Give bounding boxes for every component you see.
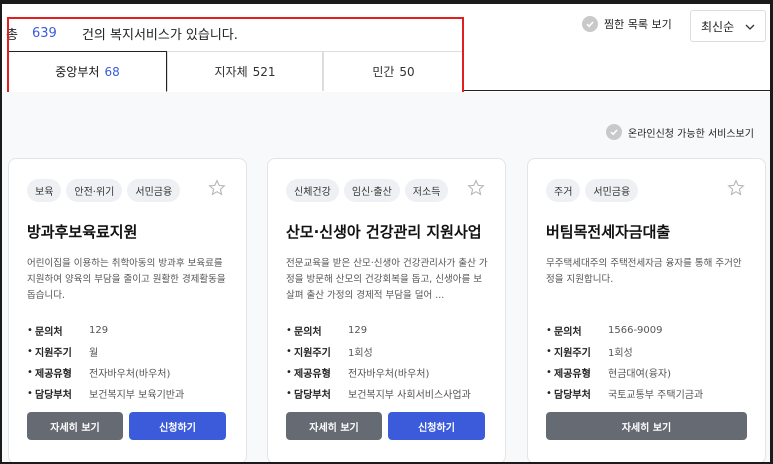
info-row: • 담당부처 보건복지부 보육기반과: [27, 388, 185, 401]
tag: 안전·위기: [66, 179, 123, 202]
info-label: 담당부처: [35, 390, 72, 401]
tag: 저소득: [404, 179, 449, 202]
info-value: 전자바우처(바우처): [89, 369, 171, 380]
check-icon: [606, 124, 622, 140]
info-row: • 지원주기 1회성: [546, 346, 633, 359]
info-value: 1회성: [348, 348, 373, 359]
info-value: 보건복지부 보육기반과: [89, 390, 185, 401]
detail-button[interactable]: 자세히 보기: [27, 412, 123, 440]
service-card: 보육 안전·위기 서민금융 방과후보육료지원 어린이집을 이용하는 취학아동의 …: [8, 158, 247, 462]
apply-button[interactable]: 신청하기: [129, 412, 226, 440]
online-filter-label: 온라인신청 가능한 서비스보기: [628, 128, 754, 140]
info-label: 문의처: [294, 327, 322, 338]
info-row: • 지원주기 월: [27, 346, 99, 359]
info-label: 제공유형: [35, 369, 72, 380]
info-label: 담당부처: [554, 390, 591, 401]
tab-label: 중앙부처: [55, 65, 100, 79]
info-label: 지원주기: [294, 348, 331, 359]
apply-button[interactable]: 신청하기: [388, 412, 485, 440]
total-count-line: 총 639 건의 복지서비스가 있습니다.: [6, 24, 238, 43]
star-icon[interactable]: [467, 179, 485, 197]
sort-select[interactable]: 최신순: [690, 10, 766, 42]
info-label: 문의처: [554, 327, 582, 338]
info-value: 보건복지부 사회서비스사업과: [348, 390, 471, 401]
card-title: 산모·신생아 건강관리 지원사업: [286, 223, 482, 241]
tab-central[interactable]: 중앙부처 68: [8, 51, 167, 92]
info-value: 1566-9009: [608, 325, 663, 336]
card-description: 어린이집을 이용하는 취학아동의 방과후 보육료를 지원하여 양육의 부담을 줄…: [27, 258, 226, 301]
tag: 보육: [27, 179, 62, 202]
check-icon: [582, 16, 598, 32]
info-value: 현금대여(융자): [608, 369, 672, 380]
detail-button[interactable]: 자세히 보기: [286, 412, 382, 440]
tag: 주거: [546, 179, 581, 202]
info-label: 문의처: [35, 327, 63, 338]
info-row: • 제공유형 전자바우처(바우처): [286, 367, 430, 380]
info-value: 129: [348, 325, 368, 336]
info-label: 제공유형: [554, 369, 591, 380]
card-info: • 문의처 129 • 지원주기 월 • 제공유형 전자바우처(바우처) • 담당부처 보건복지…: [27, 320, 237, 404]
tab-label: 지자체: [214, 65, 248, 79]
sort-value: 최신순: [701, 19, 735, 34]
total-suffix: 건의 복지서비스가 있습니다.: [81, 28, 238, 43]
tag-list: 신체건강 임신·출산 저소득: [286, 179, 449, 202]
total-count: 639: [31, 26, 57, 41]
total-prefix: 총: [6, 28, 18, 43]
tab-count: 50: [399, 64, 415, 79]
info-row: • 담당부처 국토교통부 주택기금과: [546, 388, 704, 401]
service-card: 신체건강 임신·출산 저소득 산모·신생아 건강관리 지원사업 전문교육을 받은…: [267, 158, 506, 462]
tab-count: 521: [252, 64, 276, 79]
card-description: 전문교육을 받은 산모·신생아 건강관리사가 출산 가정을 방문해 산모의 건강…: [286, 258, 488, 301]
tab-private[interactable]: 민간 50: [323, 51, 464, 91]
info-row: • 지원주기 1회성: [286, 346, 373, 359]
info-row: • 문의처 129: [286, 325, 368, 338]
info-row: • 담당부처 보건복지부 사회서비스사업과: [286, 388, 471, 401]
info-value: 129: [89, 325, 109, 336]
info-label: 담당부처: [294, 390, 331, 401]
service-card: 주거 서민금융 버팀목전세자금대출 무주택세대주의 주택전세자금 융자를 통해 …: [527, 158, 766, 462]
card-info: • 문의처 1566-9009 • 지원주기 1회성 • 제공유형 현금대여(융자) • 담당…: [546, 320, 756, 404]
tag: 서민금융: [127, 179, 181, 202]
tab-count: 68: [104, 64, 120, 79]
card-title: 버팀목전세자금대출: [546, 223, 671, 241]
info-label: 지원주기: [554, 348, 591, 359]
star-icon[interactable]: [208, 179, 226, 197]
tag: 임신·출산: [343, 179, 400, 202]
card-actions: 자세히 보기: [546, 412, 747, 440]
tab-label: 민간: [372, 65, 395, 79]
tag-list: 주거 서민금융: [546, 179, 639, 202]
info-value: 1회성: [608, 348, 633, 359]
info-value: 전자바우처(바우처): [348, 369, 430, 380]
info-row: • 제공유형 전자바우처(바우처): [27, 367, 171, 380]
star-icon[interactable]: [727, 179, 745, 197]
tag-list: 보육 안전·위기 서민금융: [27, 179, 181, 202]
card-description: 무주택세대주의 주택전세자금 융자를 통해 주거안정을 지원합니다.: [546, 258, 742, 285]
card-title: 방과후보육료지원: [27, 223, 138, 241]
wishlist-link[interactable]: 찜한 목록 보기: [582, 16, 672, 32]
info-row: • 문의처 129: [27, 325, 109, 338]
tab-local[interactable]: 지자체 521: [167, 51, 323, 91]
service-list: 온라인신청 가능한 서비스보기 보육 안전·위기 서민금융 방과후보육료지원 어…: [2, 92, 770, 462]
card-actions: 자세히 보기 신청하기: [27, 412, 226, 440]
tag: 서민금융: [585, 179, 639, 202]
info-value: 월: [89, 348, 99, 359]
info-label: 제공유형: [294, 369, 331, 380]
online-filter-toggle[interactable]: 온라인신청 가능한 서비스보기: [606, 124, 754, 140]
card-actions: 자세히 보기 신청하기: [286, 412, 485, 440]
info-row: • 제공유형 현금대여(융자): [546, 367, 672, 380]
info-label: 지원주기: [35, 348, 72, 359]
category-tabs: 중앙부처 68 지자체 521 민간 50: [8, 51, 770, 92]
page: 총 639 건의 복지서비스가 있습니다. 찜한 목록 보기 최신순 중앙부처 …: [2, 4, 770, 462]
info-value: 국토교통부 주택기금과: [608, 390, 704, 401]
card-info: • 문의처 129 • 지원주기 1회성 • 제공유형 전자바우처(바우처) • 담당부처 보건…: [286, 320, 496, 404]
info-row: • 문의처 1566-9009: [546, 325, 663, 338]
chevron-down-icon: [745, 19, 755, 33]
wishlist-label: 찜한 목록 보기: [604, 18, 672, 31]
tag: 신체건강: [286, 179, 339, 202]
detail-button[interactable]: 자세히 보기: [546, 412, 747, 440]
